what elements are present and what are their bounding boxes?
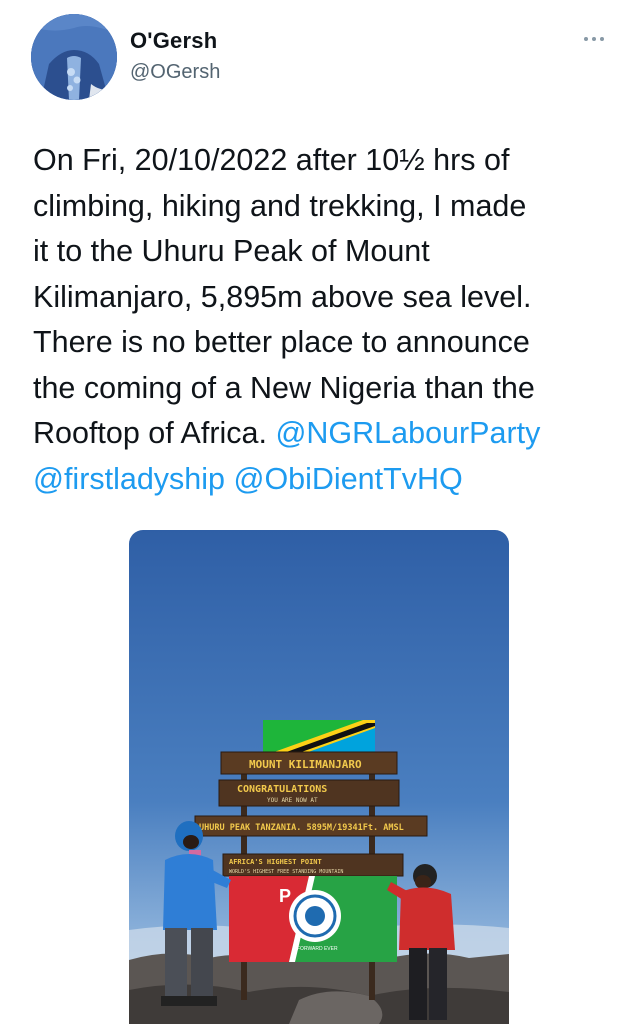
sign-text: CONGRATULATIONS bbox=[237, 784, 327, 795]
tweet-line: it to the Uhuru Peak of Mount bbox=[33, 234, 430, 268]
sign-text: WORLD'S HIGHEST FREE STANDING MOUNTAIN bbox=[229, 869, 343, 875]
tweet-line: There is no better place to announce bbox=[33, 325, 530, 359]
tweet-line: climbing, hiking and trekking, I made bbox=[33, 188, 527, 223]
dot-icon bbox=[584, 37, 588, 41]
tweet-line: the coming of a New Nigeria than the bbox=[33, 370, 535, 405]
author-name[interactable]: O'Gersh bbox=[130, 28, 217, 54]
dot-icon bbox=[592, 37, 596, 41]
tweet-line: Rooftop of Africa. bbox=[33, 416, 276, 450]
tweet-text: On Fri, 20/10/2022 after 10½ hrs of clim… bbox=[33, 138, 618, 502]
mention-link[interactable]: @firstladyship bbox=[33, 462, 225, 496]
mention-link[interactable]: @ObiDientTvHQ bbox=[233, 462, 462, 496]
sign-text: MOUNT KILIMANJARO bbox=[249, 758, 362, 771]
flag-motto: FORWARD EVER bbox=[297, 946, 338, 952]
avatar-image bbox=[31, 14, 117, 100]
dot-icon bbox=[600, 37, 604, 41]
author-handle[interactable]: @OGersh bbox=[130, 61, 220, 84]
sign-text: UHURU PEAK TANZANIA. 5895M/19341Ft. AMSL bbox=[199, 823, 404, 833]
more-options-icon[interactable] bbox=[580, 30, 608, 48]
tweet-line: Kilimanjaro, 5,895m above sea level. bbox=[33, 279, 532, 314]
mention-link[interactable]: @NGRLabourParty bbox=[275, 416, 540, 450]
tweet-line-mentions: @firstladyship @ObiDientTvHQ bbox=[33, 457, 618, 503]
sign-text: YOU ARE NOW AT bbox=[267, 797, 318, 804]
summit-photo: MOUNT KILIMANJARO CONGRATULATIONS YOU AR… bbox=[129, 530, 509, 1024]
flag-letter: P bbox=[279, 886, 291, 906]
sign-text: AFRICA'S HIGHEST POINT bbox=[229, 858, 322, 866]
avatar[interactable] bbox=[31, 14, 117, 100]
tweet-line-mixed: Rooftop of Africa. @NGRLabourParty bbox=[33, 411, 618, 457]
tweet-header: O'Gersh @OGersh bbox=[0, 0, 639, 110]
tweet-line: On Fri, 20/10/2022 after 10½ hrs of bbox=[33, 143, 510, 177]
labour-party-flag: P FORWARD EVER bbox=[229, 876, 397, 962]
tweet-photo[interactable]: MOUNT KILIMANJARO CONGRATULATIONS YOU AR… bbox=[129, 530, 509, 1024]
